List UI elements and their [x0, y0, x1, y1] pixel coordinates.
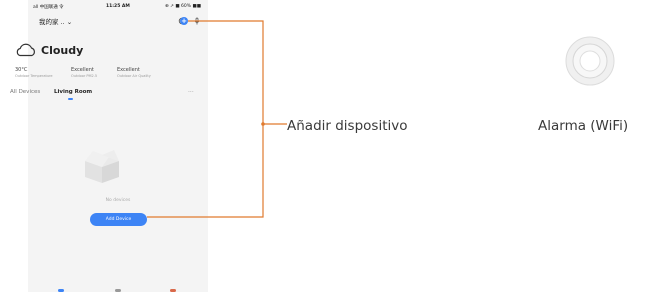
add-device-button[interactable]: Add Device	[90, 213, 147, 226]
stat-caption: Outdoor Air Quality	[117, 74, 151, 78]
empty-state-text: No devices	[105, 198, 131, 203]
home-selector[interactable]: 我的家 .. ⌄	[39, 16, 72, 26]
empty-box-icon	[85, 150, 119, 183]
clock: 11:25 AM	[106, 4, 130, 9]
mic-icon[interactable]	[193, 17, 201, 25]
stat-value: Excellent	[71, 67, 94, 73]
stat-value: 30°C	[15, 67, 28, 73]
stat-pm25: Excellent Outdoor PM2.5	[71, 67, 97, 78]
stat-temperature: 30°C Outdoor Temperature	[15, 67, 53, 78]
carrier-label: all 中国联通 令	[33, 5, 64, 10]
active-tab-indicator	[68, 98, 73, 100]
add-icon[interactable]: +	[180, 17, 188, 25]
weather-condition: Cloudy	[41, 44, 84, 57]
stat-caption: Outdoor PM2.5	[71, 74, 98, 78]
tab-all-devices[interactable]: All Devices	[10, 89, 40, 95]
battery-indicator: ⊕ ↗ ■ 60% ■■	[164, 4, 201, 9]
bottom-nav	[0, 284, 236, 292]
cloud-icon	[16, 43, 35, 57]
product-caption: Alarma (WiFi)	[538, 118, 629, 134]
tab-living-room[interactable]: Living Room	[54, 89, 92, 95]
status-bar: all 中国联通 令 11:25 AM ⊕ ↗ ■ 60% ■■	[28, 0, 208, 12]
more-icon[interactable]: ...	[188, 87, 194, 94]
stat-caption: Outdoor Temperature	[15, 74, 53, 78]
smoke-alarm-image	[565, 36, 615, 86]
callout-label: Añadir dispositivo	[287, 118, 408, 134]
stat-air-quality: Excellent Outdoor Air Quality	[117, 67, 151, 78]
stat-value: Excellent	[117, 67, 140, 73]
